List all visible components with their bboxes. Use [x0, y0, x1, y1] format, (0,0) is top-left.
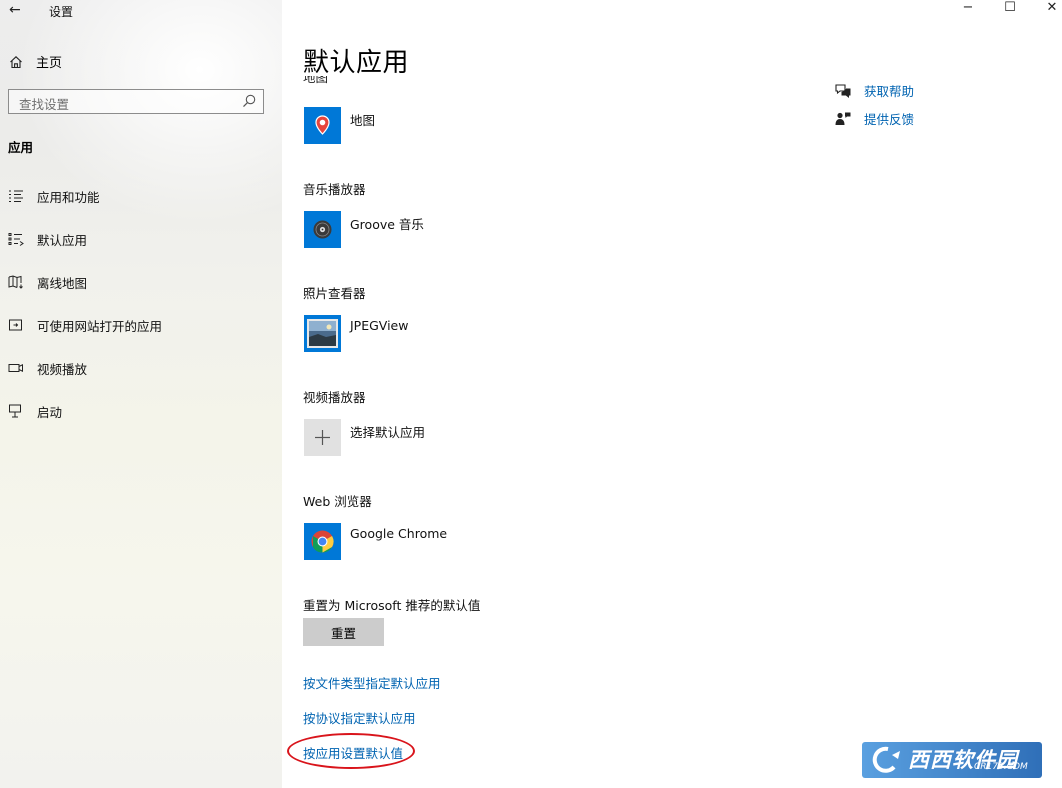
offline-maps-icon [8, 275, 23, 289]
sidebar: ← 设置 主页 查找设置 应用 应用和功能 默认应用 离线地图 可使用网站打开的… [0, 0, 282, 788]
apps-features-icon [9, 190, 23, 202]
plus-icon [304, 419, 341, 456]
category-label-maps: 地图 [303, 76, 329, 85]
app-name: Groove 音乐 [350, 217, 424, 232]
default-app-music[interactable]: Groove 音乐 [304, 211, 424, 248]
default-app-maps[interactable]: 地图 [304, 107, 375, 144]
video-playback-icon [8, 364, 23, 372]
get-help-label: 获取帮助 [864, 84, 915, 99]
chrome-icon [304, 523, 341, 560]
sidebar-item-video-playback[interactable]: 视频播放 [8, 355, 87, 381]
app-name: 选择默认应用 [350, 425, 426, 440]
category-label-music: 音乐播放器 [303, 182, 366, 197]
default-apps-icon [8, 233, 24, 246]
sidebar-item-label: 默认应用 [37, 232, 88, 248]
sidebar-item-label: 启动 [37, 404, 63, 420]
groove-music-icon [304, 211, 341, 248]
sidebar-item-label: 视频播放 [37, 361, 88, 377]
page-title: 默认应用 [303, 48, 410, 78]
default-app-photo[interactable]: JPEGView [304, 315, 408, 352]
link-by-file-type[interactable]: 按文件类型指定默认应用 [303, 673, 441, 692]
sidebar-item-startup[interactable]: 启动 [8, 398, 62, 424]
apps-for-websites-icon [9, 319, 22, 331]
search-input[interactable]: 查找设置 [8, 89, 264, 114]
sidebar-item-apps-for-websites[interactable]: 可使用网站打开的应用 [8, 312, 162, 338]
sidebar-item-label: 应用和功能 [37, 189, 100, 205]
default-app-video[interactable]: 选择默认应用 [304, 419, 425, 456]
maximize-button[interactable]: ☐ [998, 0, 1022, 20]
feedback-icon [835, 112, 851, 125]
jpegview-icon [304, 315, 341, 352]
sidebar-item-apps-features[interactable]: 应用和功能 [8, 183, 100, 209]
sidebar-item-offline-maps[interactable]: 离线地图 [8, 269, 87, 295]
home-icon [10, 55, 22, 68]
app-name: JPEGView [350, 318, 409, 333]
close-button[interactable]: ✕ [1040, 0, 1062, 20]
sidebar-section-heading: 应用 [8, 140, 34, 155]
window-title: 设置 [49, 5, 74, 19]
sidebar-item-home[interactable]: 主页 [9, 52, 62, 71]
sidebar-item-default-apps[interactable]: 默认应用 [8, 226, 87, 252]
search-placeholder: 查找设置 [19, 97, 70, 112]
back-arrow-icon[interactable]: ← [9, 2, 21, 18]
link-by-protocol[interactable]: 按协议指定默认应用 [303, 708, 416, 727]
app-name: Google Chrome [350, 526, 448, 541]
search-icon[interactable] [241, 93, 257, 109]
category-label-photo: 照片查看器 [303, 286, 366, 301]
feedback-label: 提供反馈 [864, 112, 915, 127]
feedback-link[interactable]: 提供反馈 [834, 109, 914, 128]
watermark-emblem-icon [872, 746, 900, 773]
startup-icon [9, 404, 21, 418]
watermark-subtext: CR173.COM [974, 762, 1028, 772]
app-name: 地图 [350, 113, 376, 128]
category-label-video: 视频播放器 [303, 390, 366, 405]
default-app-web[interactable]: Google Chrome [304, 523, 447, 560]
sidebar-item-label: 可使用网站打开的应用 [37, 318, 163, 334]
watermark-logo: 西西软件园 CR173.COM [862, 742, 1042, 778]
help-chat-icon [835, 83, 851, 98]
get-help-link[interactable]: 获取帮助 [834, 81, 914, 100]
home-label: 主页 [36, 56, 63, 71]
reset-label: 重置为 Microsoft 推荐的默认值 [303, 598, 481, 613]
maps-app-icon [304, 107, 341, 144]
reset-button[interactable]: 重置 [303, 618, 384, 646]
minimize-button[interactable]: − [956, 0, 980, 20]
annotation-circle [287, 733, 415, 769]
sidebar-item-label: 离线地图 [37, 275, 88, 291]
category-label-web: Web 浏览器 [303, 494, 372, 509]
